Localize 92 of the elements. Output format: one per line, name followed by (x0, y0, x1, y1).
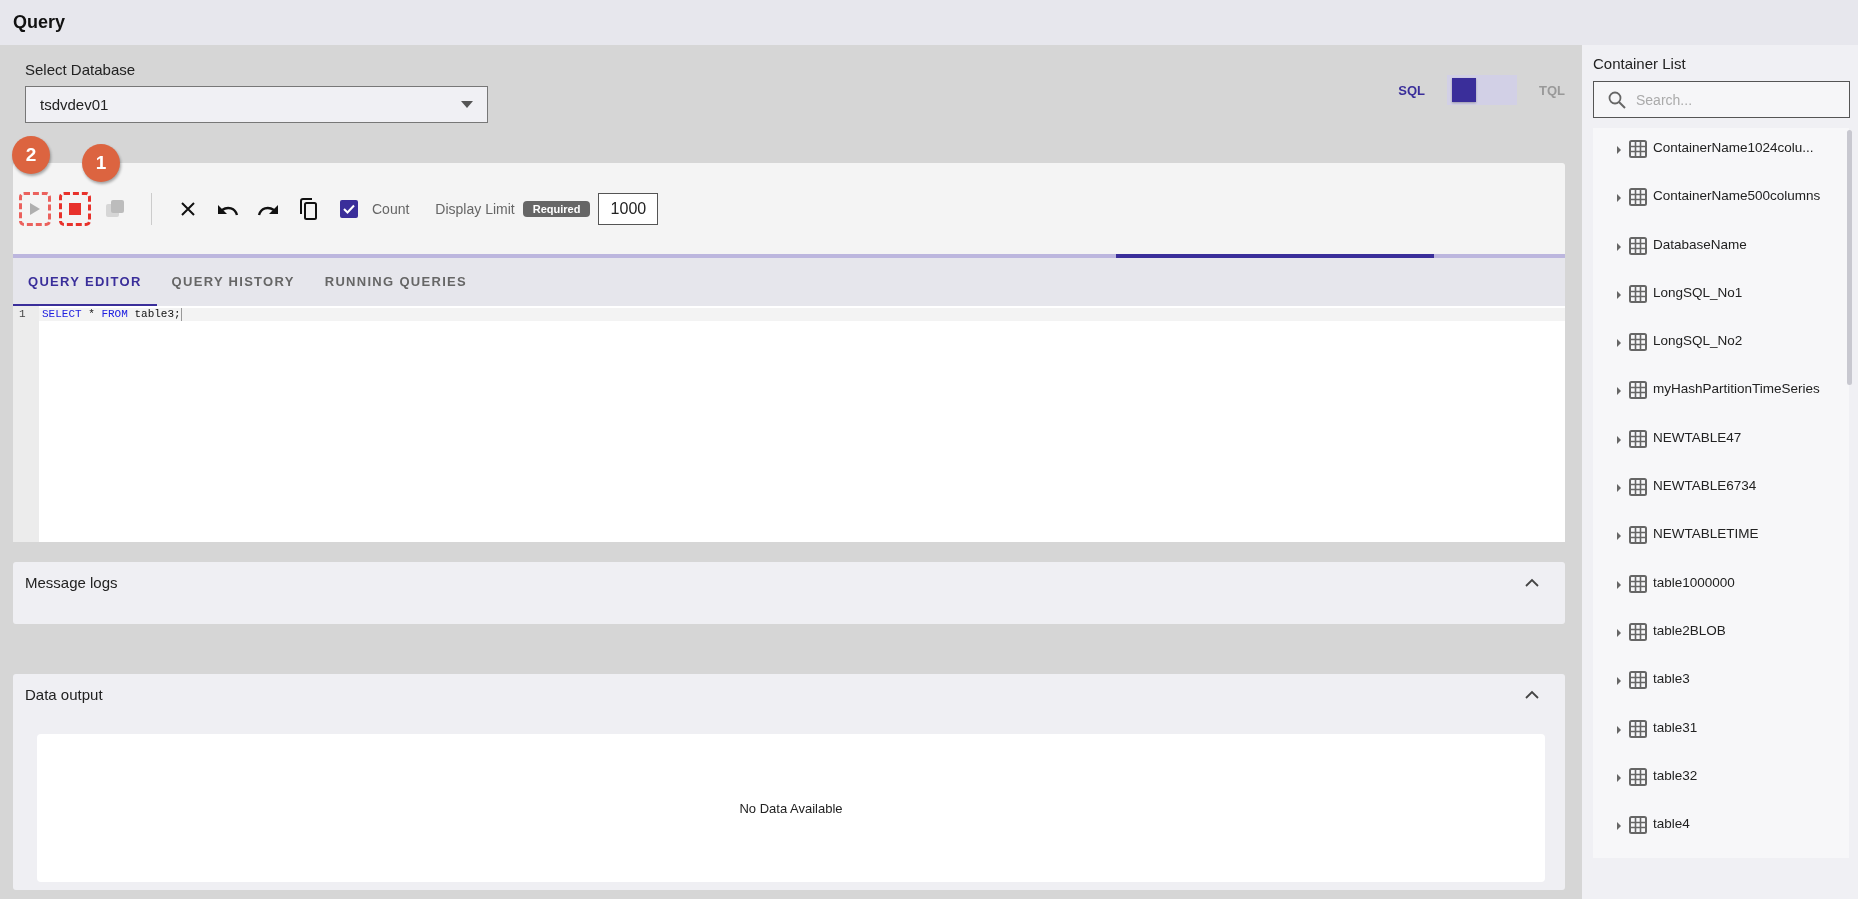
container-name: table4 (1653, 816, 1690, 832)
expand-arrow-icon[interactable] (1615, 145, 1623, 155)
table-icon (1629, 381, 1647, 400)
expand-arrow-icon[interactable] (1615, 676, 1623, 687)
container-item[interactable]: DatabaseName (1593, 224, 1849, 273)
required-badge: Required (522, 200, 591, 217)
code-line[interactable]: SELECT * FROM table3; (39, 308, 182, 321)
chevron-icon[interactable] (1525, 689, 1539, 699)
container-name: LongSQL_No2 (1653, 333, 1743, 349)
container-item[interactable]: ContainerName1024colu... (1593, 128, 1849, 177)
container-item[interactable]: NEWTABLE6734 (1593, 466, 1849, 515)
search-icon (1608, 90, 1626, 109)
expand-arrow-icon[interactable] (1615, 821, 1623, 832)
close-icon (180, 200, 196, 217)
chevron-icon[interactable] (1525, 577, 1539, 587)
table-icon (1629, 719, 1647, 738)
container-name: table31 (1653, 719, 1698, 735)
container-item[interactable]: NEWTABLE47 (1593, 417, 1849, 467)
container-name: ContainerName1024colu... (1653, 140, 1814, 155)
table-icon (1629, 236, 1647, 255)
field-label: Display Limit (435, 200, 515, 217)
container-item[interactable]: LongSQL_No1 (1593, 272, 1849, 322)
container-item[interactable]: table2BLOB (1593, 610, 1849, 660)
step-badge: 2 (12, 136, 50, 174)
expand-arrow-icon[interactable] (1615, 434, 1623, 445)
empty-message: No Data Available (739, 800, 843, 816)
container-name: NEWTABLE6734 (1653, 478, 1757, 494)
editor-tab[interactable]: RUNNING QUERIES (309, 258, 482, 306)
switch-thumb[interactable] (1452, 78, 1476, 102)
table-icon (1629, 526, 1647, 545)
container-name: NEWTABLE47 (1653, 429, 1742, 445)
count-checkbox[interactable] (340, 199, 358, 218)
container-item[interactable]: table4 (1593, 804, 1849, 853)
container-item[interactable]: table1000000 (1593, 562, 1849, 611)
container-name: table32 (1653, 767, 1698, 783)
container-name: NEWTABLETIME (1653, 526, 1759, 542)
mode-switch[interactable] (1447, 75, 1517, 105)
container-item[interactable]: NEWTABLETIME (1593, 514, 1849, 563)
expand-arrow-icon[interactable] (1615, 338, 1623, 349)
expand-arrow-icon[interactable] (1615, 193, 1623, 204)
database-select[interactable]: tsdvdev01 (25, 86, 488, 123)
table-icon (1629, 140, 1647, 158)
field-label: Select Database (25, 61, 137, 78)
expand-arrow-icon[interactable] (1615, 386, 1623, 397)
expand-arrow-icon[interactable] (1615, 531, 1623, 542)
search-input[interactable]: Search... (1634, 90, 1834, 109)
table-icon (1629, 816, 1647, 835)
container-item[interactable]: LongSQL_No2 (1593, 321, 1849, 370)
container-item[interactable]: table31 (1593, 707, 1849, 756)
scrollbar[interactable] (1847, 130, 1852, 385)
container-name: table2BLOB (1653, 622, 1726, 638)
copy-icon (298, 197, 318, 220)
mode-label[interactable]: SQL (1398, 82, 1425, 98)
step-badge: 1 (82, 144, 120, 182)
page-title: Query (13, 12, 66, 33)
expand-arrow-icon[interactable] (1615, 483, 1623, 494)
limit-input[interactable]: 1000 (598, 192, 659, 225)
expand-arrow-icon[interactable] (1615, 241, 1623, 252)
search-field[interactable]: Search... (1593, 81, 1850, 118)
expand-arrow-icon[interactable] (1615, 627, 1623, 638)
table-icon (1629, 478, 1647, 497)
container-name: ContainerName500columns (1653, 188, 1821, 204)
container-name: table1000000 (1653, 574, 1735, 590)
checkbox-label: Count (372, 200, 410, 217)
check-icon (343, 203, 355, 214)
container-item[interactable]: ContainerName500columns (1593, 176, 1849, 225)
container-item[interactable]: table3 (1593, 659, 1849, 708)
panel-title: Data output (25, 685, 103, 703)
table-icon (1629, 333, 1647, 352)
table-icon (1629, 574, 1647, 593)
container-item[interactable]: table32 (1593, 755, 1849, 805)
expand-arrow-icon[interactable] (1615, 579, 1623, 590)
table-icon (1629, 622, 1647, 641)
table-icon (1629, 671, 1647, 690)
stop-button[interactable] (59, 191, 91, 226)
panel-title: Message logs (25, 573, 118, 591)
container-item[interactable]: myHashPartitionTimeSeries (1593, 369, 1849, 418)
container-name: LongSQL_No1 (1653, 284, 1743, 300)
expand-arrow-icon[interactable] (1615, 772, 1623, 783)
table-icon (1629, 188, 1647, 207)
table-icon (1629, 284, 1647, 303)
container-name: table3 (1653, 671, 1690, 687)
expand-arrow-icon[interactable] (1615, 724, 1623, 735)
table-icon (1629, 767, 1647, 786)
line-number: 1 (18, 308, 27, 321)
table-icon (1629, 429, 1647, 448)
caret-icon (461, 101, 473, 108)
container-name: DatabaseName (1653, 236, 1747, 252)
container-name: myHashPartitionTimeSeries (1653, 381, 1820, 397)
sidebar-title: Container List (1593, 55, 1687, 72)
expand-arrow-icon[interactable] (1615, 289, 1623, 300)
editor-tab[interactable]: QUERY HISTORY (156, 258, 310, 306)
